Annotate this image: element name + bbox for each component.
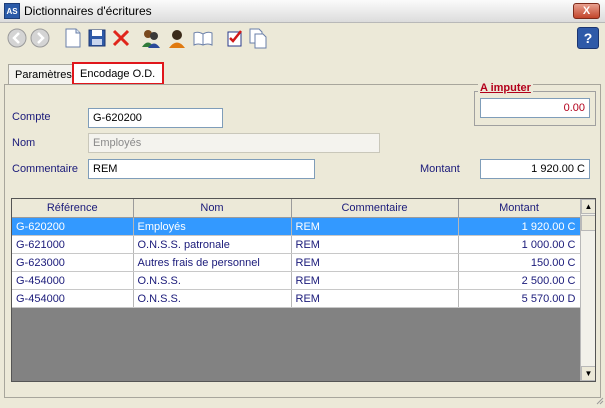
cell-reference: G-454000: [12, 289, 134, 308]
nom-label: Nom: [12, 137, 36, 149]
column-header-montant[interactable]: Montant: [458, 199, 581, 218]
app-logo-icon: AS: [4, 3, 20, 19]
compte-field[interactable]: G-620200: [88, 108, 223, 128]
cell-reference: G-621000: [12, 235, 134, 254]
resize-grip-icon[interactable]: [595, 396, 604, 405]
scroll-down-icon[interactable]: ▼: [581, 366, 595, 381]
scroll-up-icon[interactable]: ▲: [581, 199, 595, 214]
back-icon[interactable]: [6, 27, 28, 49]
save-icon[interactable]: [86, 27, 108, 49]
copy-icon[interactable]: [247, 27, 269, 49]
cell-nom: O.N.S.S. patronale: [133, 235, 292, 254]
users-icon[interactable]: [140, 27, 162, 49]
help-icon[interactable]: ?: [577, 27, 599, 49]
compte-label: Compte: [12, 111, 51, 123]
table-row[interactable]: G-454000 O.N.S.S. REM 5 570.00 D: [12, 289, 581, 308]
table-row[interactable]: G-620200 Employés REM 1 920.00 C: [12, 217, 581, 236]
commentaire-field[interactable]: REM: [88, 159, 315, 179]
title-bar: AS Dictionnaires d'écritures X: [0, 0, 605, 23]
cell-reference: G-620200: [12, 217, 134, 236]
grid-header-row: Référence Nom Commentaire Montant: [12, 199, 581, 218]
cell-commentaire: REM: [291, 217, 459, 236]
toolbar: ?: [0, 23, 605, 55]
cell-reference: G-623000: [12, 253, 134, 272]
cell-nom: Autres frais de personnel: [133, 253, 292, 272]
entries-grid: Référence Nom Commentaire Montant G-6202…: [11, 198, 596, 382]
cell-nom: O.N.S.S.: [133, 289, 292, 308]
cell-montant: 1 000.00 C: [458, 235, 581, 254]
user-icon[interactable]: [166, 27, 188, 49]
cell-commentaire: REM: [291, 235, 459, 254]
delete-icon[interactable]: [110, 27, 132, 49]
checklist-icon[interactable]: [224, 27, 246, 49]
cell-montant: 1 920.00 C: [458, 217, 581, 236]
column-header-nom[interactable]: Nom: [133, 199, 292, 218]
imputer-field: 0.00: [480, 98, 590, 118]
montant-label: Montant: [420, 163, 460, 175]
table-row[interactable]: G-623000 Autres frais de personnel REM 1…: [12, 253, 581, 272]
cell-reference: G-454000: [12, 271, 134, 290]
close-button[interactable]: X: [573, 3, 600, 19]
table-row[interactable]: G-621000 O.N.S.S. patronale REM 1 000.00…: [12, 235, 581, 254]
tab-parametres[interactable]: Paramètres: [8, 64, 74, 84]
table-row[interactable]: G-454000 O.N.S.S. REM 2 500.00 C: [12, 271, 581, 290]
montant-field[interactable]: 1 920.00 C: [480, 159, 590, 179]
cell-nom: Employés: [133, 217, 292, 236]
imputer-label: A imputer: [478, 82, 533, 94]
new-document-icon[interactable]: [62, 27, 84, 49]
column-header-commentaire[interactable]: Commentaire: [291, 199, 459, 218]
cell-montant: 150.00 C: [458, 253, 581, 272]
tab-bar: Paramètres Encodage O.D.: [0, 62, 605, 85]
tab-encodage-od[interactable]: Encodage O.D.: [72, 62, 164, 85]
open-book-icon[interactable]: [192, 27, 214, 49]
scroll-thumb[interactable]: [581, 215, 595, 231]
column-header-reference[interactable]: Référence: [12, 199, 134, 218]
cell-montant: 5 570.00 D: [458, 289, 581, 308]
grid-vertical-scrollbar[interactable]: ▲ ▼: [580, 199, 595, 381]
commentaire-label: Commentaire: [12, 163, 79, 175]
cell-commentaire: REM: [291, 289, 459, 308]
nom-field: Employés: [88, 133, 380, 153]
cell-commentaire: REM: [291, 253, 459, 272]
cell-montant: 2 500.00 C: [458, 271, 581, 290]
window-title: Dictionnaires d'écritures: [24, 4, 152, 18]
cell-commentaire: REM: [291, 271, 459, 290]
cell-nom: O.N.S.S.: [133, 271, 292, 290]
forward-icon[interactable]: [29, 27, 51, 49]
